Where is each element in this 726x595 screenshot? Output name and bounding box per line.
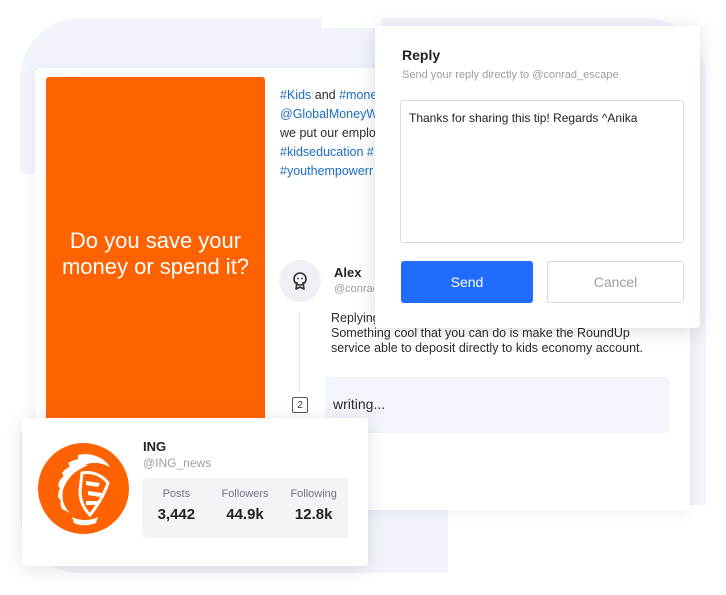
thread-line (299, 312, 300, 392)
reply-panel: Reply Send your reply directly to @conra… (375, 26, 700, 328)
ing-lion-logo-icon[interactable] (38, 443, 129, 534)
tweet-text: #Kids and #mone @GlobalMoneyW we put our … (280, 86, 380, 181)
tweet-segment: we put our emplo (280, 126, 376, 140)
tweet-line: @GlobalMoneyW (280, 105, 380, 124)
profile-card: ING @ING_news Posts 3,442 Followers 44.9… (22, 418, 368, 566)
profile-handle[interactable]: @ING_news (143, 456, 211, 470)
stat-value: 44.9k (226, 506, 264, 523)
reply-message-input[interactable] (400, 100, 684, 243)
hashtag-link[interactable]: #youthempowerr (280, 164, 373, 178)
writing-indicator[interactable]: writing... (325, 377, 670, 433)
reply-panel-subtitle: Send your reply directly to @conrad_esca… (402, 69, 619, 81)
background-cutout (322, 0, 382, 28)
stat-label: Followers (221, 488, 269, 500)
hashtag-link[interactable]: @GlobalMoneyW (280, 107, 378, 121)
send-button[interactable]: Send (401, 261, 533, 303)
background-cutout (0, 174, 40, 434)
stat-value: 3,442 (157, 506, 196, 523)
stat-following[interactable]: Following 12.8k (279, 478, 348, 538)
tweet-line: we put our emplo (280, 124, 380, 143)
tweet-line: #youthempowerr (280, 162, 380, 181)
background-cutout (448, 505, 726, 595)
replying-to-label: Replying (331, 311, 380, 325)
stat-label: Posts (162, 488, 191, 500)
hashtag-link[interactable]: #kidseducation (280, 145, 363, 159)
stat-followers[interactable]: Followers 44.9k (211, 478, 280, 538)
profile-name[interactable]: ING (143, 439, 166, 454)
avatar[interactable] (279, 260, 321, 302)
hashtag-link[interactable]: #Kids (280, 88, 311, 102)
reply-author-handle[interactable]: @conrad (334, 283, 374, 295)
reply-body-text: Something cool that you can do is make t… (331, 326, 643, 355)
tweet-segment: and (311, 88, 340, 102)
cancel-button[interactable]: Cancel (547, 261, 684, 303)
stat-posts[interactable]: Posts 3,442 (142, 478, 211, 538)
hashtag-link[interactable]: #mone (339, 88, 377, 102)
hashtag-link[interactable]: # (367, 145, 374, 159)
reply-panel-title: Reply (402, 47, 441, 63)
promo-text: Do you save your money or spend it? (61, 228, 250, 279)
profile-stats: Posts 3,442 Followers 44.9k Following 12… (142, 478, 348, 538)
reply-count-badge: 2 (292, 397, 308, 413)
stat-value: 12.8k (294, 506, 333, 523)
stat-label: Following (290, 488, 337, 500)
tweet-line: #Kids and #mone (280, 86, 380, 105)
tweet-line: #kidseducation # (280, 143, 380, 162)
promo-image[interactable]: Do you save your money or spend it? (46, 77, 265, 437)
reply-author-name[interactable]: Alex (334, 265, 361, 280)
user-avatar-icon (293, 272, 307, 290)
